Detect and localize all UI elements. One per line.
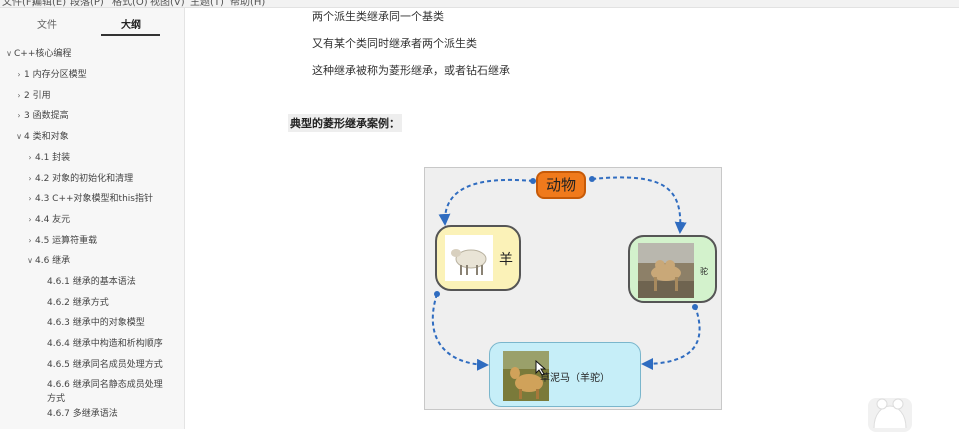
outline-item-4-6-2[interactable]: 4.6.2 继承方式 xyxy=(47,294,109,312)
outline-item-4-6-7[interactable]: 4.6.7 多继承语法 xyxy=(47,405,118,423)
outline-item-4-6-4[interactable]: 4.6.4 继承中构造和析构顺序 xyxy=(47,335,163,353)
active-tab-indicator xyxy=(101,34,160,36)
outline-item-label: 4 类和对象 xyxy=(24,132,69,142)
paragraph-1: 两个派生类继承同一个基类 xyxy=(312,10,444,23)
chevron-down-icon[interactable]: ∨ xyxy=(4,45,14,63)
outline-item-label: 1 内存分区模型 xyxy=(24,70,87,80)
arrow-sheep-to-alpaca xyxy=(431,293,489,371)
outline-item-label: 4.3 C++对象模型和this指针 xyxy=(35,194,153,204)
sheep-image xyxy=(445,235,493,281)
outline-item-4-4[interactable]: › 4.4 友元 xyxy=(25,211,70,229)
outline-item-4-6-5[interactable]: 4.6.5 继承同名成员处理方式 xyxy=(47,356,163,374)
outline-item-4-6[interactable]: ∨ 4.6 继承 xyxy=(25,252,70,270)
outline-item-1[interactable]: › 1 内存分区模型 xyxy=(14,66,87,84)
node-alpaca: 草泥马（羊驼） xyxy=(489,342,641,407)
outline-item-label: 4.5 运算符重载 xyxy=(35,236,98,246)
paragraph-3: 这种继承被称为菱形继承，或者钻石继承 xyxy=(312,64,510,77)
outline-item-label: 4.6.2 继承方式 xyxy=(47,298,109,308)
outline-item-4-3[interactable]: › 4.3 C++对象模型和this指针 xyxy=(25,190,153,208)
node-camel: 驼 xyxy=(628,235,717,303)
outline-item-label: 4.2 对象的初始化和清理 xyxy=(35,174,134,184)
node-camel-label: 驼 xyxy=(700,267,708,276)
chevron-right-icon[interactable]: › xyxy=(14,66,24,84)
chevron-right-icon[interactable]: › xyxy=(14,87,24,105)
outline-sidebar: 文件 大纲 ∨ C++核心编程 › 1 内存分区模型 › 2 引用 › 3 函数提高 ∨… xyxy=(0,8,185,429)
outline-item-4-6-1[interactable]: 4.6.1 继承的基本语法 xyxy=(47,273,136,291)
chevron-right-icon[interactable]: › xyxy=(25,232,35,250)
outline-item-label: 4.1 封装 xyxy=(35,153,71,163)
camel-image xyxy=(638,243,694,298)
node-alpaca-label: 草泥马（羊驼） xyxy=(540,373,610,384)
arrow-animal-to-sheep xyxy=(438,178,534,226)
outline-item-2[interactable]: › 2 引用 xyxy=(14,87,51,105)
chevron-right-icon[interactable]: › xyxy=(25,190,35,208)
outline-item-label: 3 函数提高 xyxy=(24,111,69,121)
outline-item-label: 4.6.3 继承中的对象模型 xyxy=(47,318,145,328)
menu-view[interactable]: 视图(V) xyxy=(150,0,185,7)
outline-item-4-6-3[interactable]: 4.6.3 继承中的对象模型 xyxy=(47,314,145,332)
menu-file[interactable]: 文件(F) xyxy=(2,0,36,7)
chevron-right-icon[interactable]: › xyxy=(25,211,35,229)
outline-item-label: 2 引用 xyxy=(24,91,51,101)
outline-item-label: 4.6.7 多继承语法 xyxy=(47,409,118,419)
arrow-animal-to-camel xyxy=(591,176,687,234)
chevron-right-icon[interactable]: › xyxy=(25,149,35,167)
diamond-inheritance-diagram: 动物 羊 驼 草泥马（羊驼） xyxy=(424,167,722,410)
outline-item-label: 4.6.4 继承中构造和析构顺序 xyxy=(47,339,163,349)
chevron-right-icon[interactable]: › xyxy=(25,170,35,188)
sidebar-tabs: 文件 大纲 xyxy=(0,8,184,40)
mouse-cursor-icon xyxy=(535,360,547,376)
arrow-camel-to-alpaca xyxy=(641,305,701,370)
outline-item-cpp-core[interactable]: ∨ C++核心编程 xyxy=(4,45,71,63)
paragraph-2: 又有某个类同时继承者两个派生类 xyxy=(312,37,477,50)
outline-item-4-5[interactable]: › 4.5 运算符重载 xyxy=(25,232,97,250)
menubar: 文件(F) 编辑(E) 段落(P) 格式(O) 视图(V) 主题(T) 帮助(H… xyxy=(0,0,959,8)
menu-help[interactable]: 帮助(H) xyxy=(230,0,265,7)
outline-item-label: C++核心编程 xyxy=(14,49,72,59)
outline-item-3[interactable]: › 3 函数提高 xyxy=(14,107,69,125)
outline-item-4-1[interactable]: › 4.1 封装 xyxy=(25,149,70,167)
outline-item-label: 4.6.5 继承同名成员处理方式 xyxy=(47,360,163,370)
tab-files[interactable]: 文件 xyxy=(37,16,57,31)
section-heading: 典型的菱形继承案例： xyxy=(288,114,402,132)
menu-paragraph[interactable]: 段落(P) xyxy=(70,0,104,7)
floating-widget-icon[interactable] xyxy=(868,398,912,432)
node-sheep: 羊 xyxy=(435,225,521,291)
outline-item-label: 4.6 继承 xyxy=(35,256,71,266)
menu-theme[interactable]: 主题(T) xyxy=(190,0,224,7)
chevron-right-icon[interactable]: › xyxy=(14,107,24,125)
outline-item-4[interactable]: ∨ 4 类和对象 xyxy=(14,128,69,146)
outline-item-label: 4.4 友元 xyxy=(35,215,71,225)
outline-item-4-2[interactable]: › 4.2 对象的初始化和清理 xyxy=(25,170,133,188)
chevron-down-icon[interactable]: ∨ xyxy=(14,128,24,146)
chevron-down-icon[interactable]: ∨ xyxy=(25,252,35,270)
outline-item-label: 4.6.1 继承的基本语法 xyxy=(47,277,136,287)
tab-outline[interactable]: 大纲 xyxy=(121,16,141,31)
menu-format[interactable]: 格式(O) xyxy=(112,0,148,7)
node-sheep-label: 羊 xyxy=(499,252,513,268)
node-animal: 动物 xyxy=(536,171,586,199)
menu-edit[interactable]: 编辑(E) xyxy=(32,0,66,7)
